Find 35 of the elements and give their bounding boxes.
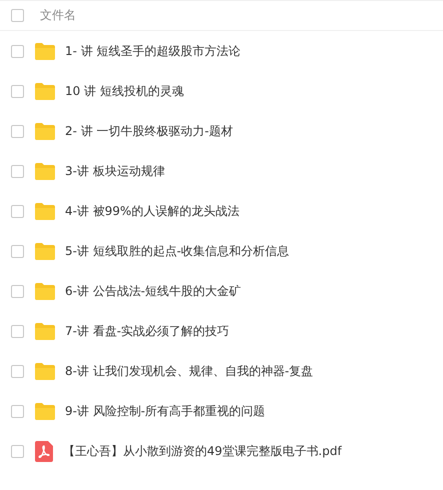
folder-icon — [35, 162, 55, 180]
row-checkbox[interactable] — [11, 124, 24, 138]
folder-icon — [35, 282, 55, 300]
row-checkbox[interactable] — [11, 244, 24, 258]
row-checkbox[interactable] — [11, 44, 24, 58]
file-name[interactable]: 10 讲 短线投机的灵魂 — [65, 82, 184, 100]
folder-icon — [35, 82, 55, 100]
column-header[interactable]: 文件名 — [40, 7, 76, 24]
row-checkbox[interactable] — [11, 324, 24, 338]
file-name[interactable]: 【王心吾】从小散到游资的49堂课完整版电子书.pdf — [63, 442, 342, 460]
file-name[interactable]: 9-讲 风险控制-所有高手都重视的问题 — [65, 402, 266, 420]
file-name[interactable]: 2- 讲 一切牛股终极驱动力-题材 — [65, 122, 233, 140]
file-name[interactable]: 7-讲 看盘-实战必须了解的技巧 — [65, 322, 230, 340]
file-name[interactable]: 5-讲 短线取胜的起点-收集信息和分析信息 — [65, 242, 290, 260]
folder-icon — [35, 202, 55, 220]
row-checkbox[interactable] — [11, 404, 24, 418]
folder-icon — [35, 122, 55, 140]
select-all-checkbox[interactable] — [11, 9, 24, 22]
row-checkbox[interactable] — [11, 364, 24, 378]
row-checkbox[interactable] — [11, 444, 24, 458]
row-checkbox[interactable] — [11, 164, 24, 178]
file-name[interactable]: 3-讲 板块运动规律 — [65, 162, 165, 180]
row-checkbox[interactable] — [11, 284, 24, 298]
file-name[interactable]: 6-讲 公告战法-短线牛股的大金矿 — [65, 282, 242, 300]
file-name[interactable]: 4-讲 被99%的人误解的龙头战法 — [65, 202, 240, 220]
folder-icon — [35, 362, 55, 380]
folder-icon — [35, 242, 55, 260]
row-checkbox[interactable] — [11, 204, 24, 218]
file-name[interactable]: 8-讲 让我们发现机会、规律、自我的神器-复盘 — [65, 362, 314, 380]
file-name[interactable]: 1- 讲 短线圣手的超级股市方法论 — [65, 42, 241, 60]
row-checkbox[interactable] — [11, 84, 24, 98]
folder-icon — [35, 322, 55, 340]
folder-icon — [35, 402, 55, 420]
folder-icon — [35, 42, 55, 60]
pdf-icon — [35, 440, 53, 462]
